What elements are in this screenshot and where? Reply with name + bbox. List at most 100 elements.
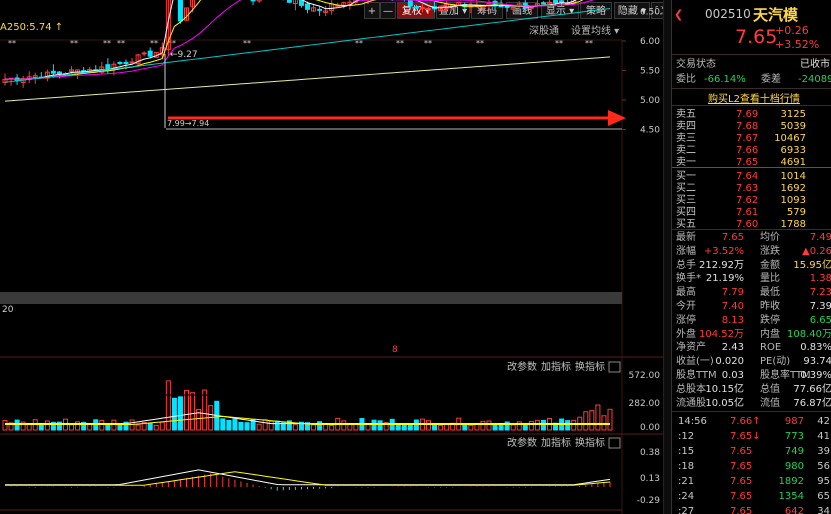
stat-value: 7.79 <box>721 287 744 299</box>
tick-time: :21 <box>678 476 695 487</box>
stat-value: 10.15亿 <box>705 383 744 395</box>
stat-value: +3.52% <box>703 245 744 257</box>
stat-row: 外盘 104.52万 内盘 108.40万 <box>676 327 831 342</box>
tick-count: 95 <box>817 476 830 487</box>
candle-body <box>547 1 552 4</box>
volume-axis-label: 282.00 <box>629 399 661 409</box>
volume-bar <box>583 411 589 431</box>
stat-value: 0.03 <box>721 370 744 381</box>
event-marker: ** <box>424 39 432 48</box>
volume-bar <box>540 419 546 431</box>
stat-value: 8.13 <box>721 314 744 326</box>
price-axis-label: 6.00 <box>640 37 660 47</box>
stat-value: 6.65 <box>809 314 831 326</box>
volume-bar <box>135 424 141 431</box>
tick-row: :27 7.65 642 34 <box>676 504 831 514</box>
event-marker: ** <box>243 39 251 48</box>
stat-row: 最高 7.79 最低 7.23 <box>676 285 831 300</box>
stock-name: 天汽模 <box>753 6 799 24</box>
volume-bar <box>480 420 486 431</box>
candle-body <box>147 50 153 57</box>
volume-bar <box>262 419 268 431</box>
stat-label: 内盘 <box>760 328 780 340</box>
tick-row: :21 7.65 1892 95 <box>676 474 831 489</box>
volume-bar <box>274 420 280 431</box>
price-axis-label: 5.50 <box>640 67 660 77</box>
volume-bar <box>595 404 601 431</box>
stock-code: 002510 <box>705 7 751 21</box>
close-panel-icon <box>608 361 621 373</box>
event-marker: ** <box>476 39 484 48</box>
candle-body <box>250 0 256 2</box>
stat-label: PE(动) <box>760 356 791 368</box>
high-marker: ←9.27 <box>170 50 198 60</box>
tick-volume: 773 <box>784 431 804 442</box>
tick-price: 7.65 <box>730 491 753 502</box>
tick-row: 14:56 7.66↑ 987 42 <box>676 414 831 429</box>
level2-link[interactable]: 购买L2查看十档行情 <box>708 90 800 105</box>
stat-label: 流通股 <box>676 397 706 409</box>
tick-volume: 642 <box>784 506 804 514</box>
price-change-pct: +3.52% <box>775 38 820 51</box>
volume-bar <box>510 424 516 431</box>
volume-bar <box>341 420 347 431</box>
volume-bar <box>117 424 123 431</box>
candle-body <box>413 6 419 9</box>
stat-label: 涨幅 <box>676 245 696 257</box>
volume-bar <box>516 421 522 431</box>
stat-row: 涨幅 +3.52% 涨跌 ▲0.26 <box>676 244 831 259</box>
stat-row: 收益(一) 0.020 PE(动) 93.74 <box>676 354 831 369</box>
range-label: 7.99→7.94 <box>167 119 209 128</box>
volume-bar <box>177 396 183 431</box>
volume-bar <box>238 421 244 431</box>
stat-label: 涨停 <box>676 314 696 326</box>
stat-value: 104.52万 <box>699 328 744 340</box>
candle-body <box>141 52 147 55</box>
tick-row: :18 7.65 980 56 <box>676 459 831 474</box>
stat-row: 股息TTM 0.03 股息率TTM 0.39% <box>676 368 831 383</box>
stat-value: 7.65 <box>721 232 744 243</box>
ask-row: 卖一 7.65 4691 <box>676 155 831 170</box>
event-marker: ** <box>117 39 125 48</box>
stat-label: 涨跌 <box>760 245 780 257</box>
volume-bar <box>607 408 613 431</box>
volume-bar <box>165 380 171 431</box>
price-axis-label: 4.50 <box>640 126 660 136</box>
candle-body <box>528 6 534 9</box>
stat-value: 0.39% <box>800 370 831 381</box>
status-value: 已收市 <box>800 59 830 70</box>
add-indicator-button: 加指标 <box>541 436 571 449</box>
dea-line <box>5 471 611 486</box>
close-panel-icon <box>608 437 621 449</box>
stat-label: 净资产 <box>676 342 706 354</box>
tick-row: :15 7.65 749 39 <box>676 444 831 459</box>
tick-volume: 1354 <box>778 491 804 502</box>
collapse-arrow-icon[interactable]: ❮ <box>674 8 683 21</box>
stat-row: 净资产 2.43 ROE 0.83% <box>676 340 831 355</box>
stat-value: 7.49 <box>809 232 831 243</box>
candle-body <box>407 0 413 7</box>
volume-bar <box>534 419 540 431</box>
stat-value: 21.19% <box>705 273 744 285</box>
volume-bar <box>184 389 189 431</box>
volume-bar <box>268 420 274 431</box>
stat-value: 10.05亿 <box>705 397 744 409</box>
candle-body <box>553 0 559 4</box>
stat-value: 15.95亿 <box>793 259 831 271</box>
ask-level-label: 卖一 <box>676 157 696 168</box>
tick-price: 7.65 <box>730 461 753 472</box>
volume-bar <box>220 418 226 431</box>
red-marker: 8 <box>392 345 398 355</box>
event-marker: ** <box>585 39 593 48</box>
stat-value: 7.23 <box>809 287 831 299</box>
tick-count: 41 <box>817 431 830 442</box>
kline-chart[interactable]: 9.229.008.508.007.507.006.506.005.505.00… <box>0 0 664 514</box>
event-marker: ** <box>396 39 404 48</box>
tick-time: 14:56 <box>678 416 707 427</box>
edit-params-button: 改参数 <box>507 360 537 373</box>
range-band <box>166 128 622 130</box>
volume-bar <box>190 392 196 431</box>
volume-bar <box>426 420 431 431</box>
price-change: +0.26 <box>775 24 809 37</box>
stat-label: 量比 <box>760 273 780 285</box>
